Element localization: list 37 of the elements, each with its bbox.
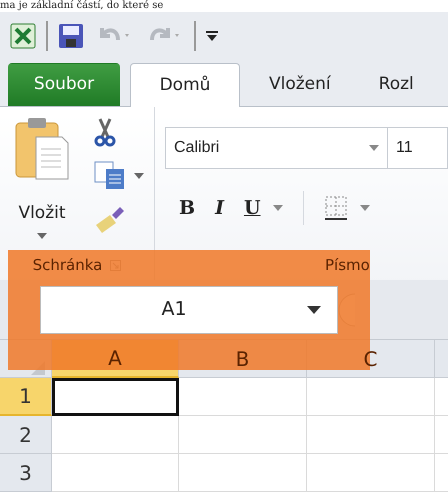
dropdown-arrow-icon[interactable]: [307, 306, 321, 314]
grid-cell[interactable]: [52, 416, 179, 454]
italic-button[interactable]: I: [215, 194, 224, 222]
grid-cell[interactable]: [179, 416, 307, 454]
group-label: Schránka: [32, 254, 102, 276]
row-header[interactable]: 1: [0, 378, 52, 416]
grid-cell[interactable]: [307, 378, 435, 416]
grid-cell[interactable]: [52, 454, 179, 492]
grid-cell[interactable]: [307, 416, 435, 454]
font-size-combo[interactable]: 11: [388, 127, 448, 169]
ribbon-tab[interactable]: Rozl: [360, 63, 433, 106]
grid-cell[interactable]: [307, 454, 435, 492]
paste-label[interactable]: Vložit: [18, 201, 66, 226]
customize-menu-icon[interactable]: [206, 30, 218, 42]
ribbon-tab[interactable]: Vložení: [250, 63, 350, 106]
ribbon-tab[interactable]: Domů: [130, 63, 240, 107]
file-tab[interactable]: Soubor: [8, 63, 120, 106]
group-label: Písmo: [325, 254, 370, 276]
name-box[interactable]: A1: [40, 286, 338, 334]
bold-button[interactable]: B: [179, 194, 196, 222]
copy-icon[interactable]: [94, 161, 126, 191]
save-icon[interactable]: [58, 23, 84, 49]
dropdown-arrow-icon[interactable]: [37, 232, 47, 238]
format-painter-icon[interactable]: [94, 205, 126, 235]
active-cell[interactable]: [52, 378, 179, 416]
grid-cell[interactable]: [179, 378, 307, 416]
document-text: ma je základní částí, do které se: [0, 0, 164, 12]
row-header[interactable]: 2: [0, 416, 52, 454]
clipboard-icon[interactable]: [14, 117, 70, 181]
grid-cell[interactable]: [179, 454, 307, 492]
dropdown-arrow-icon[interactable]: [134, 173, 144, 179]
underline-button[interactable]: U: [244, 194, 261, 222]
borders-icon[interactable]: [324, 195, 348, 221]
scissors-icon[interactable]: [94, 117, 116, 147]
row-header[interactable]: 3: [0, 454, 52, 492]
font-name-combo[interactable]: Calibri: [165, 127, 388, 169]
spreadsheet-app-icon[interactable]: [10, 23, 36, 49]
